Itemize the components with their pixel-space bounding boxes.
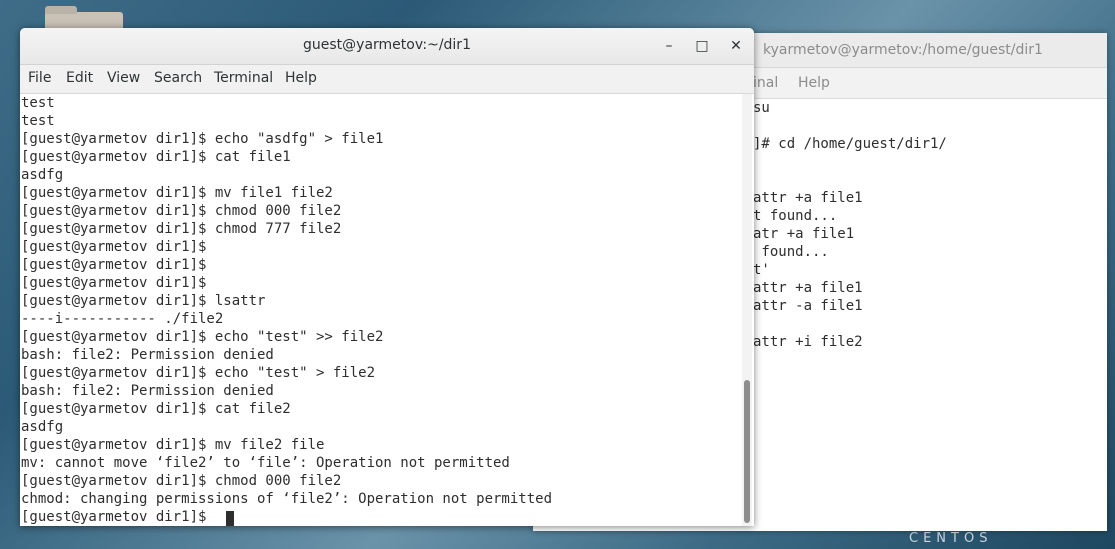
background-line: found... [753, 244, 829, 260]
background-line: attr -a file1 [753, 298, 863, 314]
terminal-cursor [226, 511, 234, 526]
close-button[interactable]: ✕ [724, 34, 748, 58]
terminal-line: [guest@yarmetov dir1]$ [21, 275, 207, 291]
background-line: t' [753, 262, 770, 278]
menubar: File Edit View Search Terminal Help [20, 65, 754, 94]
terminal-line: [guest@yarmetov dir1]$ mv file1 file2 [21, 185, 333, 201]
menu-edit[interactable]: Edit [66, 70, 93, 86]
terminal-line: [guest@yarmetov dir1]$ chmod 777 file2 [21, 221, 342, 237]
terminal-prompt-line: [guest@yarmetov dir1]$ [21, 509, 207, 525]
terminal-line: [guest@yarmetov dir1]$ chmod 000 file2 [21, 203, 342, 219]
terminal-line: ----i----------- ./file2 [21, 311, 224, 327]
terminal-line: [guest@yarmetov dir1]$ echo "test" >> fi… [21, 329, 384, 345]
background-line: attr +i file2 [753, 334, 863, 350]
terminal-line: [guest@yarmetov dir1]$ cat file1 [21, 149, 291, 165]
menu-terminal[interactable]: Terminal [214, 70, 273, 86]
terminal-line: asdfg [21, 167, 64, 183]
terminal-line: [guest@yarmetov dir1]$ mv file2 file [21, 437, 325, 453]
terminal-line: [guest@yarmetov dir1]$ echo "asdfg" > fi… [21, 131, 384, 147]
terminal-line: bash: file2: Permission denied [21, 383, 274, 399]
terminal-line: [guest@yarmetov dir1]$ [21, 239, 207, 255]
scrollbar-thumb[interactable] [744, 380, 750, 523]
terminal-window[interactable]: guest@yarmetov:~/dir1 – □ ✕ File Edit Vi… [20, 28, 754, 526]
background-line: attr +a file1 [753, 190, 863, 206]
terminal-line: test [21, 113, 55, 129]
background-line: attr +a file1 [753, 280, 863, 296]
menu-file[interactable]: File [28, 70, 51, 86]
terminal-line: [guest@yarmetov dir1]$ lsattr [21, 293, 266, 309]
maximize-button[interactable]: □ [690, 34, 714, 58]
minimize-button[interactable]: – [657, 34, 681, 58]
centos-watermark: CENTOS [909, 531, 993, 546]
background-menu-help[interactable]: Help [798, 75, 830, 91]
terminal-line: chmod: changing permissions of ‘file2’: … [21, 491, 553, 507]
menu-search[interactable]: Search [154, 70, 202, 86]
background-window-title: kyarmetov@yarmetov:/home/guest/dir1 [763, 42, 1043, 58]
terminal-line: [guest@yarmetov dir1]$ chmod 000 file2 [21, 473, 342, 489]
terminal-line: mv: cannot move ‘file2’ to ‘file’: Opera… [21, 455, 510, 471]
background-line: atr +a file1 [753, 226, 855, 242]
terminal-line: [guest@yarmetov dir1]$ echo "test" > fil… [21, 365, 376, 381]
background-line: su [753, 100, 770, 116]
window-titlebar[interactable]: guest@yarmetov:~/dir1 – □ ✕ [20, 28, 754, 65]
menu-help[interactable]: Help [285, 70, 317, 86]
background-line: ]# cd /home/guest/dir1/ [753, 136, 947, 152]
background-line: t found... [753, 208, 838, 224]
terminal-line: test [21, 95, 55, 111]
terminal-line: asdfg [21, 419, 64, 435]
terminal-output[interactable]: test test [guest@yarmetov dir1]$ echo "a… [20, 94, 754, 526]
terminal-line: [guest@yarmetov dir1]$ cat file2 [21, 401, 291, 417]
terminal-line: bash: file2: Permission denied [21, 347, 274, 363]
background-menu-terminal[interactable]: inal [753, 75, 778, 91]
terminal-line: [guest@yarmetov dir1]$ [21, 257, 207, 273]
menu-view[interactable]: View [107, 70, 140, 86]
window-title: guest@yarmetov:~/dir1 [303, 37, 471, 53]
